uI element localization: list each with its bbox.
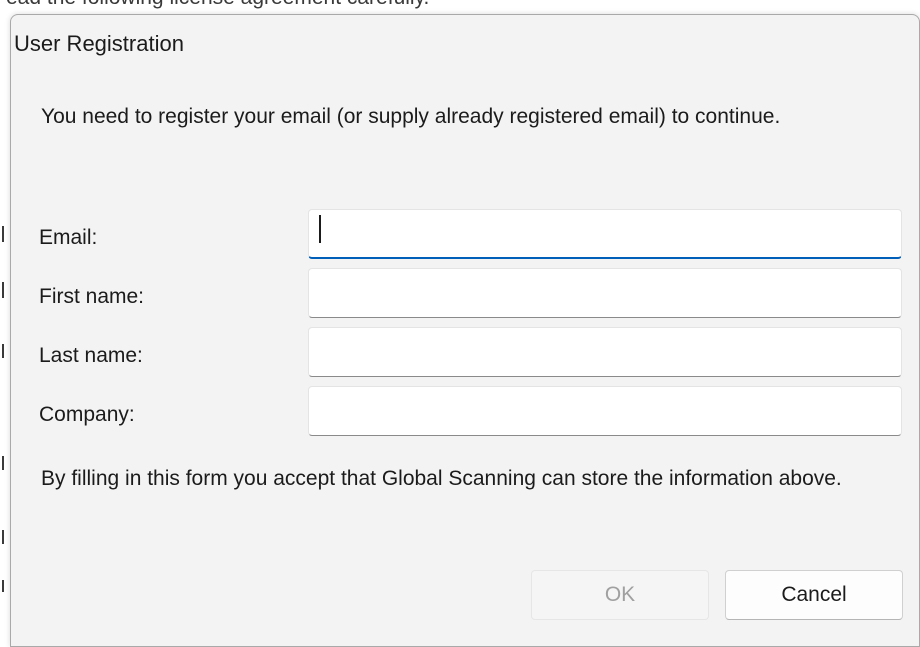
background-edge-mark [2, 226, 4, 242]
ok-button[interactable]: OK [531, 570, 709, 620]
email-label: Email: [39, 226, 98, 249]
background-edge-mark [2, 282, 4, 298]
background-license-text: ead the following license agreement care… [6, 0, 429, 10]
dialog-title: User Registration [14, 31, 184, 56]
first-name-label: First name: [39, 285, 145, 308]
background-edge-mark [2, 580, 4, 592]
background-edge-mark [2, 456, 4, 470]
company-field[interactable] [308, 386, 902, 436]
email-field[interactable] [308, 209, 902, 259]
company-label: Company: [39, 403, 135, 426]
cancel-button[interactable]: Cancel [725, 570, 903, 620]
dialog-titlebar[interactable]: User Registration [11, 15, 919, 73]
last-name-label: Last name: [39, 344, 143, 367]
text-caret [319, 215, 321, 243]
first-name-field[interactable] [308, 268, 902, 318]
background-edge-mark [2, 530, 4, 544]
intro-text: You need to register your email (or supp… [41, 105, 781, 128]
background-edge-mark [2, 344, 4, 358]
last-name-field[interactable] [308, 327, 902, 377]
user-registration-dialog: User Registration You need to register y… [10, 14, 920, 647]
consent-notice: By filling in this form you accept that … [41, 467, 842, 490]
